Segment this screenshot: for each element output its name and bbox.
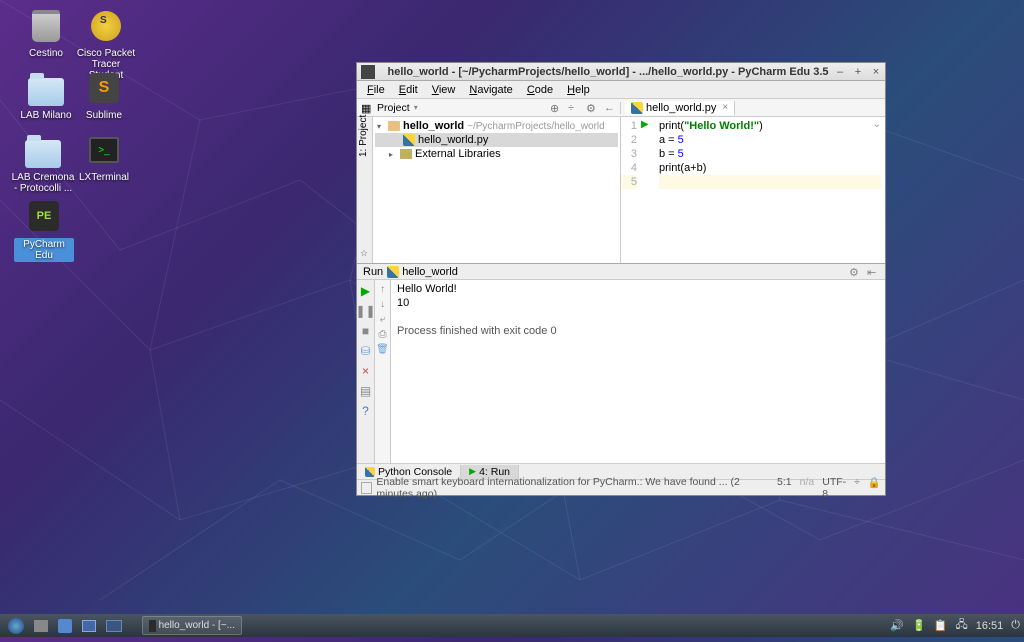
volume-icon[interactable]: 🔊 xyxy=(890,619,904,632)
run-panel-header: Run hello_world ⚙ ⇤ xyxy=(357,264,885,280)
layout-button[interactable]: ▤ xyxy=(359,384,373,398)
cursor-position: 5:1 xyxy=(777,476,792,500)
help-button[interactable]: ? xyxy=(359,404,373,418)
desktop-icon-labcremona[interactable]: LAB Cremona - Protocolli ... xyxy=(10,130,76,194)
chevron-down-icon: ▾ xyxy=(414,103,418,112)
encoding[interactable]: UTF-8 xyxy=(822,476,846,500)
minimize-button[interactable]: – xyxy=(835,67,845,77)
sublime-icon: S xyxy=(84,68,124,108)
run-line-icon[interactable]: ▶ xyxy=(641,119,655,130)
desktop-icon-labmilano[interactable]: LAB Milano xyxy=(16,68,76,121)
hide-icon[interactable]: ← xyxy=(604,102,616,114)
menu-file[interactable]: File xyxy=(361,83,391,97)
tree-root[interactable]: ▾ hello_world ~/PycharmProjects/hello_wo… xyxy=(375,119,618,133)
run-output[interactable]: Hello World! 10 Process finished with ex… xyxy=(391,280,885,463)
structure-tab-icon[interactable]: ☆ xyxy=(360,248,368,259)
taskbar: hello_world - [~... 🔊 🔋 📋 🖧 16:51 ⏻ xyxy=(0,614,1024,637)
expand-icon[interactable]: ÷ xyxy=(568,102,580,114)
print-icon[interactable]: ⎙ xyxy=(379,329,387,340)
filemanager-button[interactable] xyxy=(30,616,52,635)
wrap-icon[interactable]: ⤶ xyxy=(380,314,386,325)
python-icon xyxy=(631,102,643,114)
close-button[interactable]: × xyxy=(871,67,881,77)
project-tree: ▾ hello_world ~/PycharmProjects/hello_wo… xyxy=(373,117,621,263)
sidebar-tab-project[interactable]: 1: Project ☆ xyxy=(357,117,373,263)
menu-code[interactable]: Code xyxy=(521,83,559,97)
collapse-icon[interactable]: ⊕ xyxy=(550,102,562,114)
dump-button[interactable]: ⛁ xyxy=(359,344,373,358)
editor: 12345 ▶ print("Hello World!") a = 5 b = … xyxy=(621,117,885,263)
folder-icon xyxy=(388,121,400,131)
clock[interactable]: 16:51 xyxy=(976,620,1004,632)
terminal-icon: >_ xyxy=(84,130,124,170)
status-na: n/a xyxy=(800,476,815,500)
logout-icon[interactable]: ⏻ xyxy=(1011,619,1020,632)
iconify-button[interactable] xyxy=(78,616,100,635)
status-icon[interactable] xyxy=(361,482,372,494)
window-title: hello_world - [~/PycharmProjects/hello_w… xyxy=(381,66,835,78)
statusbar: Enable smart keyboard internationalizati… xyxy=(357,479,885,495)
desktop-icon-pycharm[interactable]: PE PyCharm Edu xyxy=(14,196,74,262)
menu-help[interactable]: Help xyxy=(561,83,596,97)
desktop-icon-lxterminal[interactable]: >_ LXTerminal xyxy=(74,130,134,183)
editor-tab-hello-world[interactable]: hello_world.py × xyxy=(625,101,735,115)
library-icon xyxy=(400,149,412,159)
code-lines[interactable]: print("Hello World!") a = 5 b = 5 print(… xyxy=(655,117,885,263)
folder-icon xyxy=(26,68,66,108)
stop-button[interactable]: ■ xyxy=(359,324,373,338)
folder-icon xyxy=(23,130,63,170)
run-toolbar: ▶ ❚❚ ■ ⛁ × ▤ ? xyxy=(357,280,375,463)
start-button[interactable] xyxy=(4,616,28,635)
gear-icon[interactable]: ⚙ xyxy=(586,102,598,114)
clipboard-icon[interactable]: 📋 xyxy=(934,619,948,632)
down-arrow-icon[interactable]: ↓ xyxy=(380,299,385,310)
pycharm-icon xyxy=(149,620,156,632)
network-icon[interactable]: 🖧 xyxy=(956,616,968,635)
app-icon xyxy=(361,65,375,79)
chevron-down-icon[interactable]: ⌄ xyxy=(873,119,881,130)
line-numbers: 12345 xyxy=(621,117,641,263)
project-dropdown[interactable]: Project xyxy=(377,102,410,114)
pycharm-window: hello_world - [~/PycharmProjects/hello_w… xyxy=(356,62,886,496)
run-panel: Run hello_world ⚙ ⇤ ▶ ❚❚ ■ ⛁ × ▤ ? ↑ ↓ ⤶ xyxy=(357,263,885,463)
tree-external-libraries[interactable]: ▸ External Libraries xyxy=(375,147,618,161)
gear-icon[interactable]: ⚙ xyxy=(849,266,861,278)
titlebar[interactable]: hello_world - [~/PycharmProjects/hello_w… xyxy=(357,63,885,81)
line-sep-icon[interactable]: ÷ xyxy=(854,476,860,500)
menu-navigate[interactable]: Navigate xyxy=(463,83,518,97)
desktop-icon-cestino[interactable]: Cestino xyxy=(16,6,76,59)
show-desktop-button[interactable] xyxy=(102,616,126,635)
maximize-button[interactable]: + xyxy=(853,67,863,77)
taskbar-app-pycharm[interactable]: hello_world - [~... xyxy=(142,616,242,635)
pycharm-icon: PE xyxy=(24,196,64,236)
tree-file-hello-world[interactable]: hello_world.py xyxy=(375,133,618,147)
python-icon xyxy=(403,134,415,146)
tab-close-button[interactable]: × xyxy=(722,102,728,113)
menubar: File Edit View Navigate Code Help xyxy=(357,81,885,99)
code-area[interactable]: 12345 ▶ print("Hello World!") a = 5 b = … xyxy=(621,117,885,263)
run-button[interactable]: ▶ xyxy=(359,284,373,298)
menu-view[interactable]: View xyxy=(426,83,462,97)
close-tab-button[interactable]: × xyxy=(359,364,373,378)
cisco-icon: S xyxy=(86,6,126,46)
menu-edit[interactable]: Edit xyxy=(393,83,424,97)
toolbar: ▦ Project ▾ ⊕ ÷ ⚙ ← hello_world.py × xyxy=(357,99,885,117)
browser-button[interactable] xyxy=(54,616,76,635)
project-view-icon[interactable]: ▦ xyxy=(361,102,373,114)
chevron-right-icon[interactable]: ▸ xyxy=(389,150,397,159)
pause-button[interactable]: ❚❚ xyxy=(359,304,373,318)
run-gutter: ▶ xyxy=(641,117,655,263)
trash-icon[interactable]: 🗑 xyxy=(376,344,389,355)
status-message: Enable smart keyboard internationalizati… xyxy=(376,476,777,500)
desktop-icon-sublime[interactable]: S Sublime xyxy=(74,68,134,121)
chevron-down-icon[interactable]: ▾ xyxy=(377,122,385,131)
battery-icon[interactable]: 🔋 xyxy=(912,619,926,632)
lock-icon[interactable]: 🔒 xyxy=(868,476,881,500)
hide-panel-icon[interactable]: ⇤ xyxy=(867,266,879,278)
python-icon xyxy=(365,467,375,477)
up-arrow-icon[interactable]: ↑ xyxy=(380,284,385,295)
trash-icon xyxy=(26,6,66,46)
python-icon xyxy=(387,266,399,278)
run-subtoolbar: ↑ ↓ ⤶ ⎙ 🗑 xyxy=(375,280,391,463)
